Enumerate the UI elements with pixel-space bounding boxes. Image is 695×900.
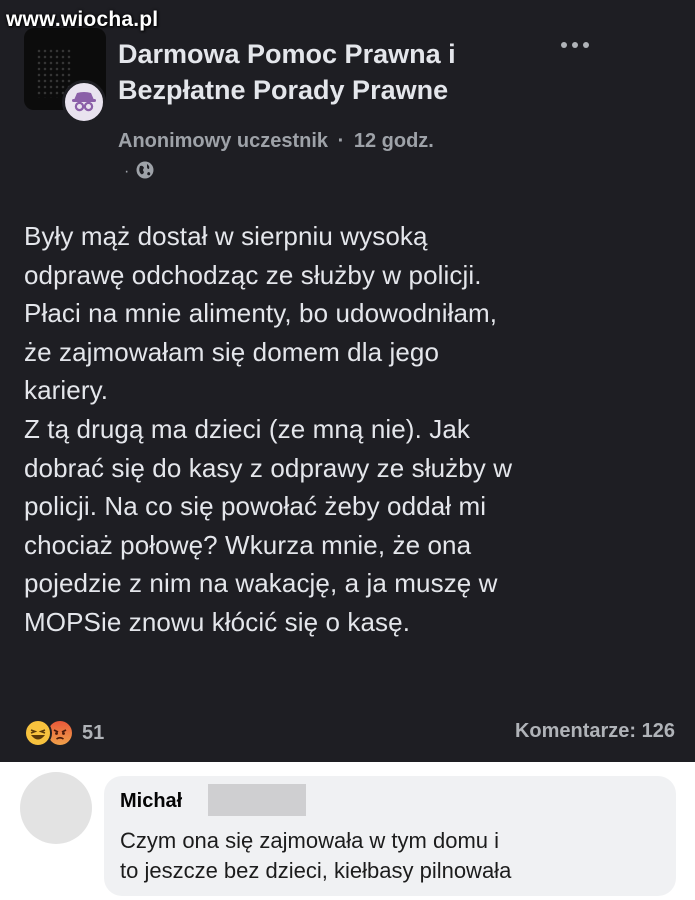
more-options-button[interactable] bbox=[555, 35, 595, 55]
site-watermark: www.wiocha.pl bbox=[6, 8, 159, 31]
comment-text-line: Czym ona się zajmowała w tym domu i bbox=[120, 828, 500, 853]
post-body-line: pojedzie z nim na wakację, a ja muszę w bbox=[24, 568, 498, 599]
comment-section: Michał Czym ona się zajmowała w tym domu… bbox=[0, 762, 695, 900]
post-author[interactable]: Anonimowy uczestnik bbox=[118, 130, 328, 152]
group-name-line2: Bezpłatne Porady Prawne bbox=[118, 75, 449, 105]
dot-icon bbox=[561, 42, 567, 48]
redacted-surname bbox=[208, 784, 306, 816]
post-body-line: dobrać się do kasy z odprawy ze służby w bbox=[24, 452, 513, 483]
group-name-line1: Darmowa Pomoc Prawna i bbox=[118, 39, 456, 69]
comment-text-line: to jeszcze bez dzieci, kiełbasy pilnował… bbox=[120, 858, 512, 883]
reactions-summary[interactable]: 51 bbox=[24, 718, 104, 748]
comment-bubble: Michał Czym ona się zajmowała w tym domu… bbox=[104, 776, 676, 896]
post-body-line: odprawę odchodząc ze służby w policji. bbox=[24, 259, 482, 290]
post-body-line: kariery. bbox=[24, 375, 109, 406]
haha-icon bbox=[24, 719, 52, 747]
post-body-line: że zajmowałam się domem dla jego bbox=[24, 336, 440, 367]
anonymous-user-icon bbox=[62, 80, 106, 124]
privacy-indicator: · bbox=[124, 160, 155, 184]
reaction-count: 51 bbox=[82, 721, 105, 744]
post-body-line: Płaci na mnie alimenty, bo udowodniłam, bbox=[24, 298, 498, 329]
commenter-avatar[interactable] bbox=[20, 772, 92, 844]
post-meta: Anonimowy uczestnik · 12 godz. bbox=[118, 130, 434, 153]
post-card: Darmowa Pomoc Prawna i Bezpłatne Porady … bbox=[0, 0, 695, 762]
post-body-line: policji. Na co się powołać żeby oddał mi bbox=[24, 491, 487, 522]
post-time[interactable]: 12 godz. bbox=[354, 130, 434, 152]
meta-separator: · bbox=[337, 130, 345, 152]
group-name[interactable]: Darmowa Pomoc Prawna i Bezpłatne Porady … bbox=[118, 36, 538, 108]
post-body-line: Z tą drugą ma dzieci (ze mną nie). Jak bbox=[24, 413, 470, 444]
comment-text: Czym ona się zajmowała w tym domu i to j… bbox=[120, 826, 670, 886]
comment-author[interactable]: Michał bbox=[120, 790, 182, 813]
post-body-line: Były mąż dostał w sierpniu wysoką bbox=[24, 221, 428, 251]
post-body-line: chociaż połowę? Wkurza mnie, że ona bbox=[24, 529, 472, 560]
privacy-dot: · bbox=[124, 163, 130, 180]
globe-icon[interactable] bbox=[135, 160, 155, 185]
post-body: Były mąż dostał w sierpniu wysoką odpraw… bbox=[24, 217, 674, 642]
dot-icon bbox=[572, 42, 578, 48]
comments-count-link[interactable]: Komentarze: 126 bbox=[515, 720, 675, 743]
dot-icon bbox=[583, 42, 589, 48]
post-body-line: MOPSie znowu kłócić się o kasę. bbox=[24, 606, 411, 637]
